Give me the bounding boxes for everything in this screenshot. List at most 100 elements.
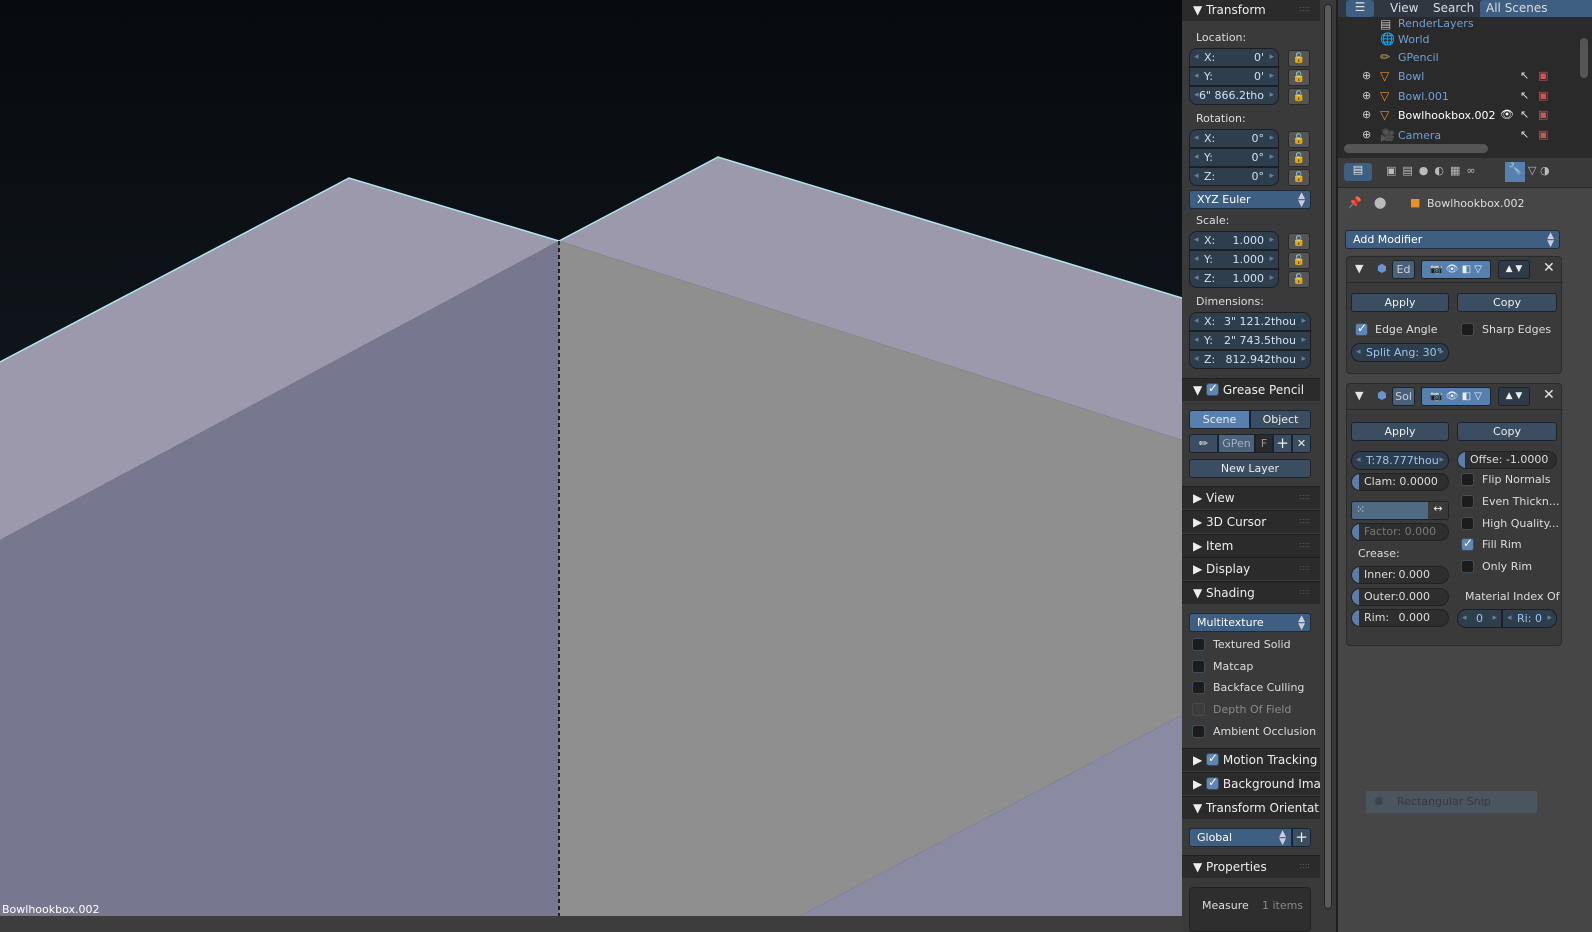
- close-icon[interactable]: ✕: [1292, 434, 1311, 453]
- lock-icon[interactable]: 🔓: [1288, 233, 1310, 250]
- background-images-checkbox[interactable]: [1206, 775, 1220, 790]
- location-y-field[interactable]: Y: 0': [1189, 67, 1279, 86]
- flip-normals-checkbox[interactable]: [1461, 473, 1474, 486]
- modifier-wrench-icon[interactable]: 🔧: [1505, 162, 1525, 182]
- collapse-arrow-icon[interactable]: ▼: [1355, 262, 1363, 275]
- panel-header-motion-tracking[interactable]: ▶ Motion Tracking: [1182, 748, 1320, 771]
- editor-type-icon[interactable]: ☰: [1346, 0, 1374, 17]
- rotation-mode-dropdown[interactable]: XYZ Euler ▲ ▼: [1189, 190, 1311, 209]
- offset-slider[interactable]: Offse: -1.0000: [1457, 451, 1557, 469]
- lock-icon[interactable]: 🔓: [1288, 252, 1310, 269]
- scale-y-field[interactable]: Y: 1.000: [1189, 250, 1279, 269]
- lock-icon[interactable]: 🔓: [1288, 150, 1310, 167]
- vertex-group-field[interactable]: ⁙ ↔: [1351, 501, 1449, 520]
- context-tabs[interactable]: ▣▤●◐▦∞: [1386, 164, 1482, 177]
- even-thickness-checkbox[interactable]: [1461, 495, 1474, 508]
- render-icon[interactable]: ▣: [1538, 128, 1548, 141]
- expand-icon[interactable]: ⊕: [1362, 69, 1371, 82]
- sharp-edges-checkbox[interactable]: [1461, 323, 1474, 336]
- lock-icon[interactable]: 🔓: [1288, 50, 1310, 67]
- add-modifier-dropdown[interactable]: Add Modifier ▲ ▼: [1345, 230, 1560, 249]
- scale-x-field[interactable]: X: 1.000: [1189, 231, 1279, 250]
- rotation-x-field[interactable]: X: 0°: [1189, 129, 1279, 148]
- motion-tracking-checkbox[interactable]: [1206, 751, 1220, 766]
- edge-angle-checkbox[interactable]: [1355, 321, 1368, 336]
- location-z-field[interactable]: 6" 866.2tho: [1189, 86, 1279, 105]
- outliner-row-bowlhookbox-002[interactable]: ⊕ ▽ Bowlhookbox.002 👁 ↖ ▣: [1338, 107, 1558, 126]
- lock-icon[interactable]: 🔓: [1288, 69, 1310, 86]
- grease-pencil-checkbox[interactable]: [1206, 381, 1220, 396]
- expand-icon[interactable]: ⊕: [1362, 108, 1371, 121]
- panel-header-properties[interactable]: ▼ Properties::::: [1182, 855, 1320, 878]
- expand-icon[interactable]: ⊕: [1362, 128, 1371, 141]
- outliner-row-bowl-001[interactable]: ⊕ ▽ Bowl.001 ↖ ▣: [1338, 88, 1558, 107]
- remove-modifier-icon[interactable]: ✕: [1543, 387, 1555, 403]
- lock-icon[interactable]: 🔓: [1288, 88, 1310, 105]
- panel-header-transform-orientations[interactable]: ▼ Transform Orientatio: [1182, 796, 1320, 819]
- panel-header-item[interactable]: ▶ Item::::: [1182, 534, 1320, 557]
- panel-header-3d-cursor[interactable]: ▶ 3D Cursor::::: [1182, 510, 1320, 533]
- sidebar-scrollbar[interactable]: [1320, 0, 1336, 932]
- render-icon[interactable]: ▣: [1538, 69, 1548, 82]
- outliner-row-world[interactable]: 🌐 World: [1338, 31, 1558, 50]
- lock-icon[interactable]: 🔓: [1288, 271, 1310, 288]
- move-up-down-icon[interactable]: ▲ ▼: [1498, 260, 1530, 279]
- viewport-canvas[interactable]: [0, 0, 1182, 932]
- modifier-name-field[interactable]: Ed: [1392, 260, 1415, 279]
- expand-icon[interactable]: ⊕: [1362, 89, 1371, 102]
- outer-crease-slider[interactable]: Outer: 0.000: [1351, 588, 1449, 606]
- render-icon[interactable]: ▣: [1538, 108, 1548, 121]
- scrollbar-thumb[interactable]: [1324, 4, 1332, 909]
- panel-header-view[interactable]: ▶ View::::: [1182, 486, 1320, 509]
- scale-z-field[interactable]: Z: 1.000: [1189, 269, 1279, 288]
- outliner-row-gpencil[interactable]: ✏ GPencil: [1338, 49, 1558, 68]
- thickness-field[interactable]: T:78.777thou: [1351, 451, 1449, 470]
- split-angle-field[interactable]: Split Ang: 30°: [1351, 343, 1449, 362]
- modifier-name-field[interactable]: Sol: [1392, 387, 1415, 406]
- editor-type-icon[interactable]: ▤: [1344, 163, 1372, 181]
- outliner-row-bowl[interactable]: ⊕ ▽ Bowl ↖ ▣: [1338, 68, 1558, 87]
- material-index-offset-field[interactable]: 0: [1457, 609, 1502, 628]
- location-x-field[interactable]: X: 0': [1189, 48, 1279, 67]
- f-toggle[interactable]: F: [1255, 434, 1273, 453]
- lock-icon[interactable]: 🔓: [1288, 169, 1310, 186]
- panel-header-background-images[interactable]: ▶ Background Ima: [1182, 772, 1320, 795]
- data-tab-icon[interactable]: ▽ ◑: [1528, 164, 1550, 177]
- lock-icon[interactable]: 🔓: [1288, 131, 1310, 148]
- apply-button[interactable]: Apply: [1351, 293, 1449, 312]
- tab-scene[interactable]: Scene: [1189, 410, 1250, 429]
- eye-icon[interactable]: 👁: [1500, 108, 1514, 121]
- select-icon[interactable]: ↖: [1520, 128, 1529, 141]
- inner-crease-slider[interactable]: Inner: 0.000: [1351, 566, 1449, 584]
- orientation-dropdown[interactable]: Global ▲ ▼: [1189, 828, 1292, 847]
- only-rim-checkbox[interactable]: [1461, 560, 1474, 573]
- display-mode-dropdown[interactable]: All Scenes: [1480, 0, 1592, 17]
- panel-header-display[interactable]: ▶ Display::::: [1182, 557, 1320, 580]
- select-icon[interactable]: ↖: [1520, 108, 1529, 121]
- dimensions-y-field[interactable]: Y: 2" 743.5thou: [1189, 331, 1311, 350]
- rotation-z-field[interactable]: Z: 0°: [1189, 167, 1279, 186]
- rotation-y-field[interactable]: Y: 0°: [1189, 148, 1279, 167]
- outliner-hscrollbar[interactable]: [1344, 144, 1488, 153]
- visibility-toggles[interactable]: 📷 👁 ◧ ▽: [1421, 260, 1491, 279]
- clamp-slider[interactable]: Clam: 0.0000: [1351, 473, 1449, 491]
- render-icon[interactable]: ▣: [1538, 89, 1548, 102]
- dimensions-x-field[interactable]: X: 3" 121.2thou: [1189, 312, 1311, 331]
- move-up-down-icon[interactable]: ▲ ▼: [1498, 387, 1530, 406]
- panel-header-grease-pencil[interactable]: ▼ Grease Pencil: [1182, 378, 1320, 401]
- rectangular-snip-overlay[interactable]: ● Rectangular Snip: [1366, 791, 1537, 813]
- dimensions-z-field[interactable]: Z: 812.942thou: [1189, 350, 1311, 369]
- new-layer-button[interactable]: New Layer: [1189, 459, 1311, 478]
- textured-solid-checkbox[interactable]: [1192, 638, 1205, 651]
- add-icon[interactable]: +: [1273, 434, 1292, 453]
- outliner-vscrollbar[interactable]: [1580, 38, 1588, 78]
- material-index-rim-field[interactable]: Ri:0: [1502, 609, 1557, 628]
- pin-icon[interactable]: 📌: [1348, 196, 1362, 209]
- layer-name-field[interactable]: GPen: [1218, 434, 1255, 453]
- visibility-toggles[interactable]: 📷 👁 ◧ ▽: [1421, 387, 1491, 406]
- collapse-arrow-icon[interactable]: ▼: [1355, 389, 1363, 402]
- 3d-viewport[interactable]: Bowlhookbox.002: [0, 0, 1182, 932]
- rim-crease-slider[interactable]: Rim: 0.000: [1351, 609, 1449, 627]
- outliner-row-renderlayers[interactable]: ▤ RenderLayers: [1338, 17, 1558, 31]
- high-quality-normals-checkbox[interactable]: [1461, 517, 1474, 530]
